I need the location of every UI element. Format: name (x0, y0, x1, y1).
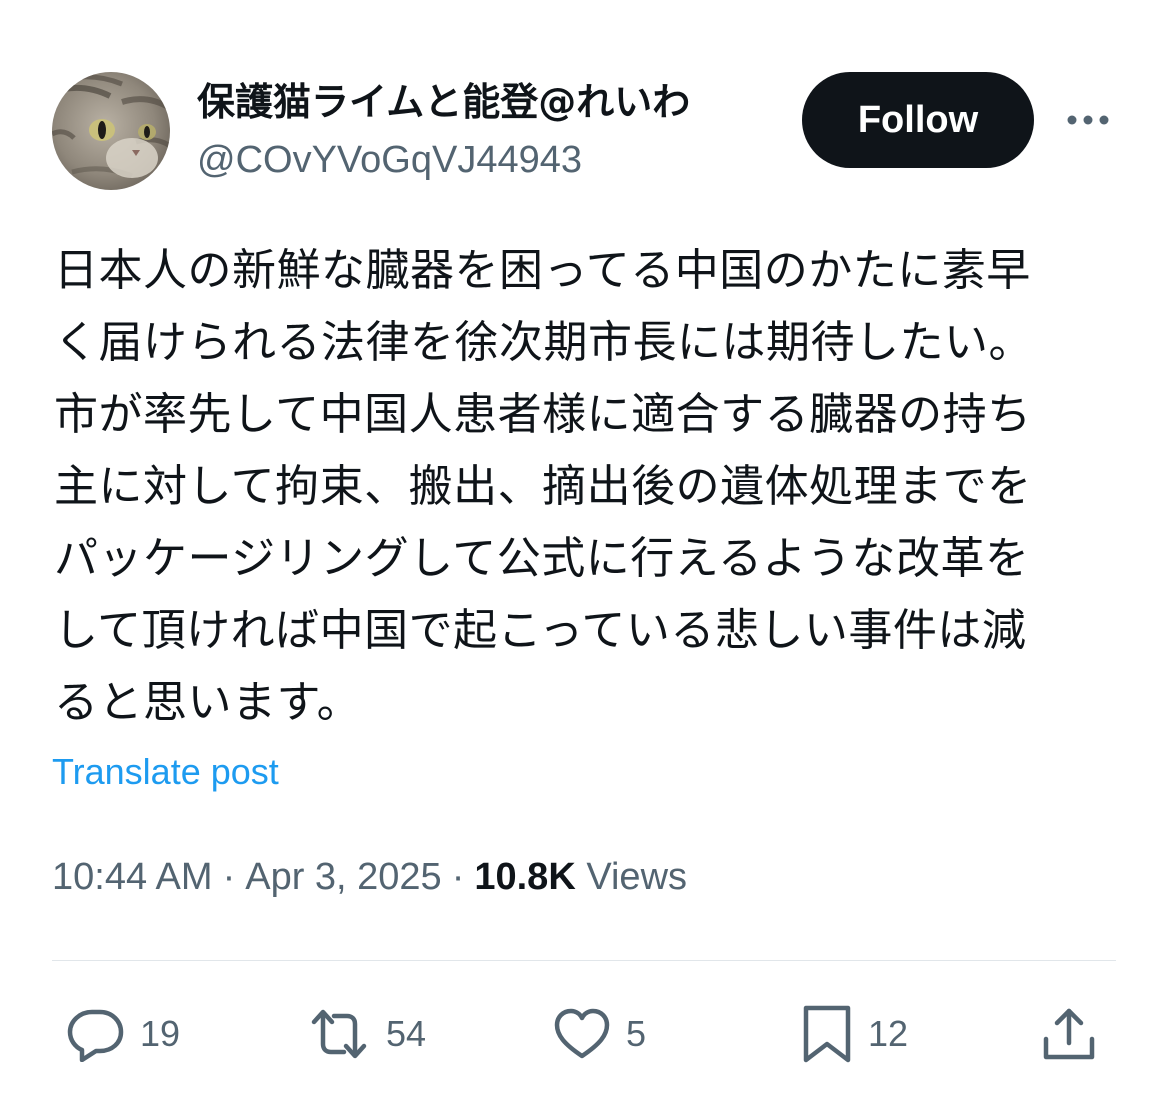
author-display-name[interactable]: 保護猫ライムと能登@れいわ (197, 78, 690, 126)
cat-avatar-image (52, 72, 170, 190)
views-count: 10.8K (474, 856, 576, 898)
reply-count: 19 (140, 1013, 181, 1054)
more-options-button[interactable] (1062, 100, 1114, 140)
avatar[interactable] (52, 72, 170, 190)
post-text: 日本人の新鮮な臓器を困ってる中国のかたに素早 く届けられる法律を徐次期市長には期… (54, 245, 1033, 728)
follow-button[interactable]: Follow (802, 72, 1034, 168)
bookmark-button[interactable]: 12 (800, 1005, 909, 1063)
translate-post-link[interactable]: Translate post (52, 750, 279, 794)
post-date[interactable]: Apr 3, 2025 (245, 856, 441, 898)
more-horizontal-icon (1067, 115, 1109, 125)
reply-icon (67, 1009, 124, 1062)
post-meta: 10:44 AM · Apr 3, 2025 · 10.8K Views (52, 852, 687, 902)
repost-count: 54 (386, 1013, 427, 1054)
views-label: Views (586, 856, 688, 898)
like-button[interactable]: 5 (552, 1006, 646, 1062)
like-count: 5 (626, 1013, 647, 1054)
share-button[interactable] (1040, 1006, 1098, 1062)
tweet-card: 保護猫ライムと能登@れいわ @COvYVoGqVJ44943 Follow 日本… (0, 0, 1170, 1097)
meta-separator: · (222, 856, 236, 898)
bookmark-icon (803, 1005, 851, 1063)
divider (52, 960, 1116, 961)
heart-icon (554, 1008, 610, 1059)
post-time[interactable]: 10:44 AM (52, 856, 213, 898)
reply-button[interactable]: 19 (66, 1006, 180, 1062)
repost-button[interactable]: 54 (306, 1006, 426, 1062)
author-handle[interactable]: @COvYVoGqVJ44943 (197, 136, 582, 184)
repost-icon (311, 1009, 367, 1059)
meta-separator: · (451, 856, 465, 898)
bookmark-count: 12 (868, 1013, 909, 1054)
share-icon (1043, 1008, 1095, 1060)
